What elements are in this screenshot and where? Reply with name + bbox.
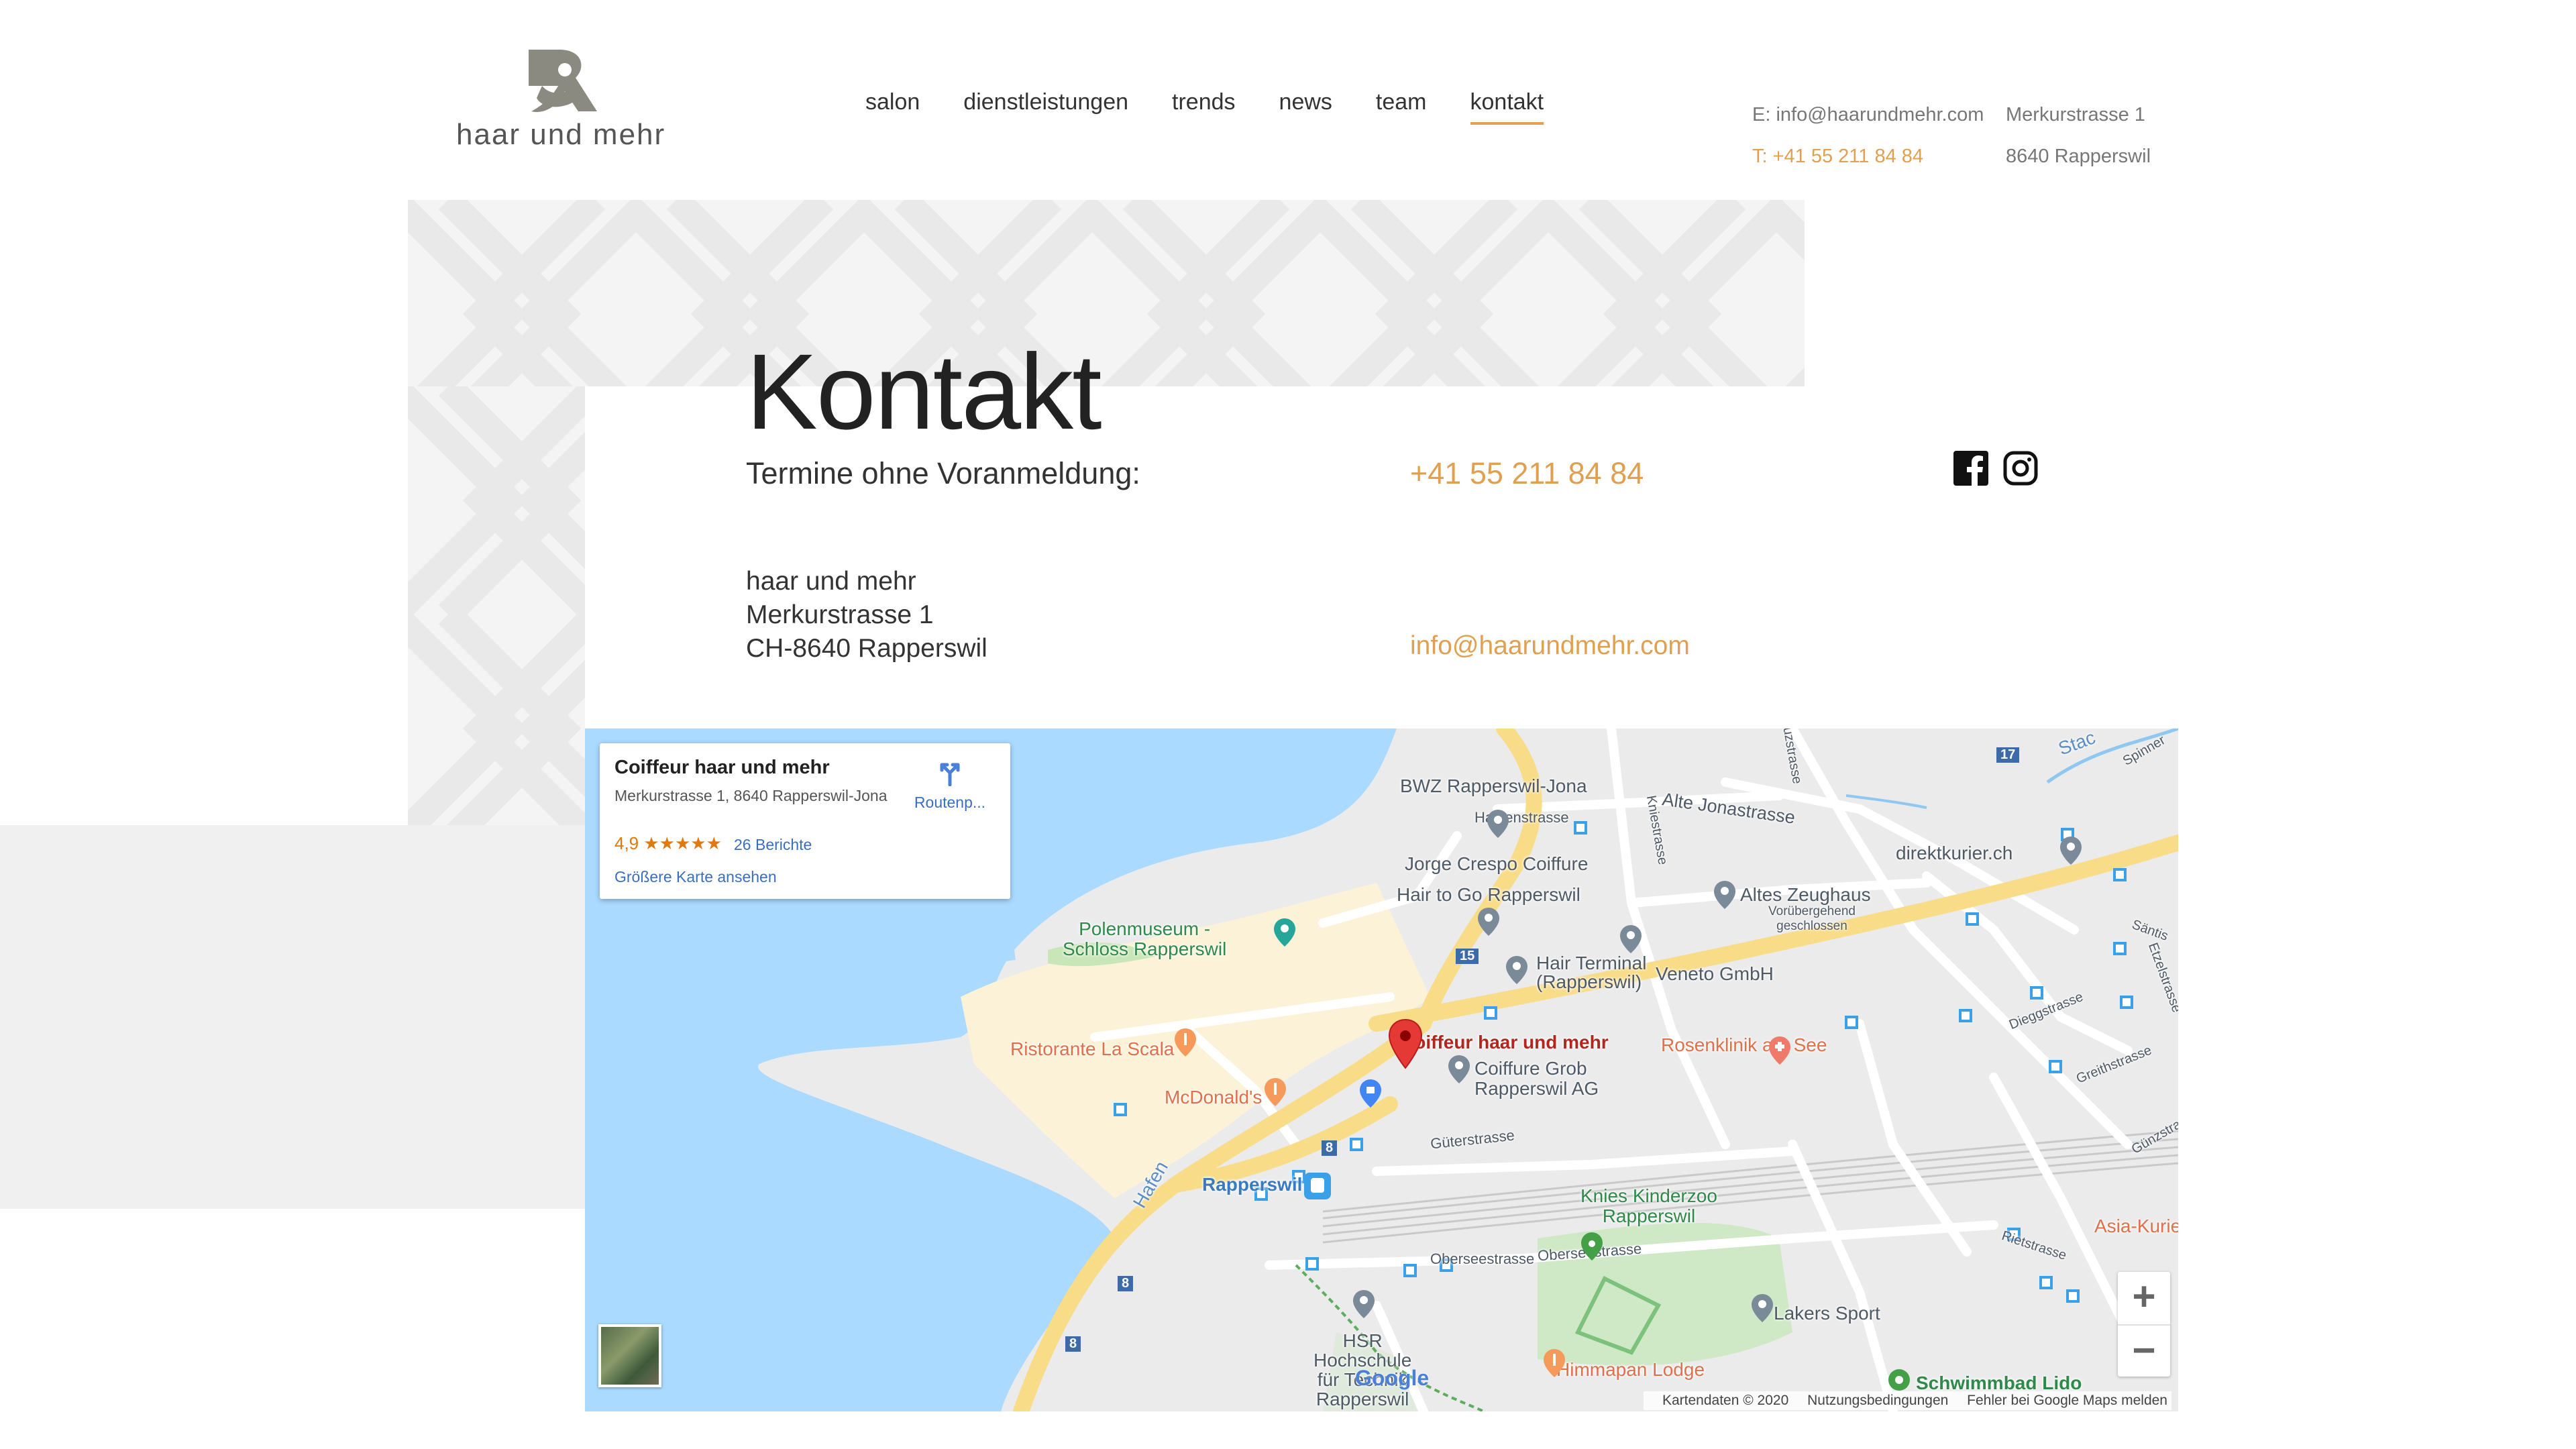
restaurant-marker-icon[interactable] [1174,1028,1197,1057]
appointment-label: Termine ohne Voranmeldung: [746,456,1140,490]
road-shield: 8 [1118,1276,1134,1291]
nav-team[interactable]: team [1376,89,1427,125]
decorative-pattern-left [408,386,585,825]
address-line: haar und mehr [746,567,916,596]
road-shield: 8 [1065,1336,1081,1352]
gray-band [0,825,585,1209]
google-logo: Google [1355,1366,1430,1390]
nav-kontakt[interactable]: kontakt [1470,89,1544,125]
road-shield: 17 [1996,747,2020,763]
place-label: Coiffure Grob Rapperswil AG [1474,1058,1599,1099]
phone-link[interactable]: +41 55 211 84 84 [1410,456,1644,491]
place-label: Altes Zeughaus [1740,884,1871,905]
map-data-credit: Kartendaten © 2020 [1662,1393,1789,1408]
directions-icon [940,763,960,787]
address-line: CH-8640 Rapperswil [746,634,987,663]
street-label: Oberseestrasse [1430,1250,1535,1267]
hospital-marker-icon[interactable] [1768,1036,1791,1065]
place-address: Merkurstrasse 1, 8640 Rapperswil-Jona [614,787,888,804]
place-label: direktkurier.ch [1896,843,2013,863]
satellite-toggle-button[interactable] [598,1324,661,1387]
place-label: Rosenklinik am See [1661,1034,1827,1055]
place-name: Coiffeur haar und mehr [614,757,830,778]
poi-marker-icon[interactable] [1751,1293,1774,1323]
nav-salon[interactable]: salon [865,89,920,125]
header-phone[interactable]: T: +41 55 211 84 84 [1752,136,1984,177]
place-label: Veneto GmbH [1656,963,1774,984]
terms-link[interactable]: Nutzungsbedingungen [1807,1393,1948,1408]
directions-label: Routenp... [914,794,986,811]
museum-marker-icon[interactable] [1273,918,1296,947]
decorative-pattern-top [408,200,1805,386]
place-label: Hair Terminal (Rapperswil) [1536,953,1647,992]
poi-marker-icon[interactable] [1487,809,1509,839]
poi-marker-icon[interactable] [1505,955,1528,985]
place-info-card: Coiffeur haar und mehr Merkurstrasse 1, … [600,743,1010,899]
place-label: Jorge Crespo Coiffure [1405,853,1589,874]
restaurant-marker-icon[interactable] [1543,1348,1566,1378]
place-label: Asia-Kurie [2094,1216,2178,1236]
main-nav: salon dienstleistungen trends news team … [865,89,1544,125]
header-city: 8640 Rapperswil [2006,146,2151,167]
poi-marker-icon[interactable] [1619,924,1642,954]
restaurant-marker-icon[interactable] [1264,1077,1287,1107]
address-line: Merkurstrasse 1 [746,600,934,629]
zoo-marker-icon[interactable] [1580,1232,1603,1261]
place-label: Polenmuseum - Schloss Rapperswil [1063,918,1227,959]
nav-dienstleistungen[interactable]: dienstleistungen [963,89,1128,125]
school-marker-icon[interactable] [1352,1289,1375,1319]
zoom-out-button[interactable]: − [2118,1326,2170,1378]
larger-map-link[interactable]: Größere Karte ansehen [614,868,777,886]
logo-text: haar und mehr [456,118,666,151]
social-links [1953,451,2038,486]
nav-trends[interactable]: trends [1172,89,1236,125]
reviews-link[interactable]: 26 Berichte [734,836,812,854]
closed-note: Vorübergehend geschlossen [1768,904,1856,933]
logo[interactable]: haar und mehr [456,47,664,154]
header-email[interactable]: E: info@haarundmehr.com [1752,94,1984,136]
address-block: haar und mehr Merkurstrasse 1 CH-8640 Ra… [746,565,987,665]
road-shield: 15 [1456,949,1479,964]
place-label: Knies Kinderzoo Rapperswil [1580,1185,1717,1226]
place-label: Hair to Go Rapperswil [1397,884,1580,905]
place-label: BWZ Rapperswil-Jona [1400,775,1587,796]
place-rating: 4,9 ★★★★★ [614,833,722,853]
road-shield: 8 [1322,1140,1338,1156]
ampersand-logo-icon [529,50,597,112]
email-link[interactable]: info@haarundmehr.com [1410,631,1690,661]
place-label: Coiffeur haar und mehr [1401,1032,1609,1053]
map-attribution: Kartendaten © 2020 Nutzungsbedingungen F… [1643,1391,2171,1410]
facebook-icon[interactable] [1953,451,1988,486]
zoom-controls: + − [2118,1272,2170,1377]
header-address: Merkurstrasse 1 8640 Rapperswil [2006,94,2151,177]
poi-marker-icon[interactable] [1477,907,1500,936]
google-map[interactable]: 17 15 8 8 8 Haldenstrasse Alte Jonastras… [585,729,2178,1411]
zoom-in-button[interactable]: + [2118,1272,2170,1324]
place-label: Himmapan Lodge [1556,1359,1705,1380]
shop-marker-icon[interactable] [1359,1079,1382,1108]
poi-marker-icon[interactable] [2059,836,2082,865]
page-title: Kontakt [746,331,1102,452]
place-label: McDonald's [1165,1087,1263,1108]
header-street: Merkurstrasse 1 [2006,104,2145,125]
poi-marker-icon[interactable] [1448,1055,1470,1084]
nav-news[interactable]: news [1279,89,1332,125]
directions-button[interactable]: Routenp... [910,757,990,812]
location-pin-icon[interactable] [1388,1018,1423,1069]
header-contact-info: E: info@haarundmehr.com T: +41 55 211 84… [1752,94,1984,177]
poi-marker-icon[interactable] [1713,880,1736,910]
place-label: Rapperswil [1202,1174,1303,1195]
place-label: Lakers Sport [1774,1303,1880,1324]
report-error-link[interactable]: Fehler bei Google Maps melden [1967,1393,2167,1408]
place-label: Ristorante La Scala [1010,1038,1175,1059]
instagram-icon[interactable] [2003,451,2038,486]
